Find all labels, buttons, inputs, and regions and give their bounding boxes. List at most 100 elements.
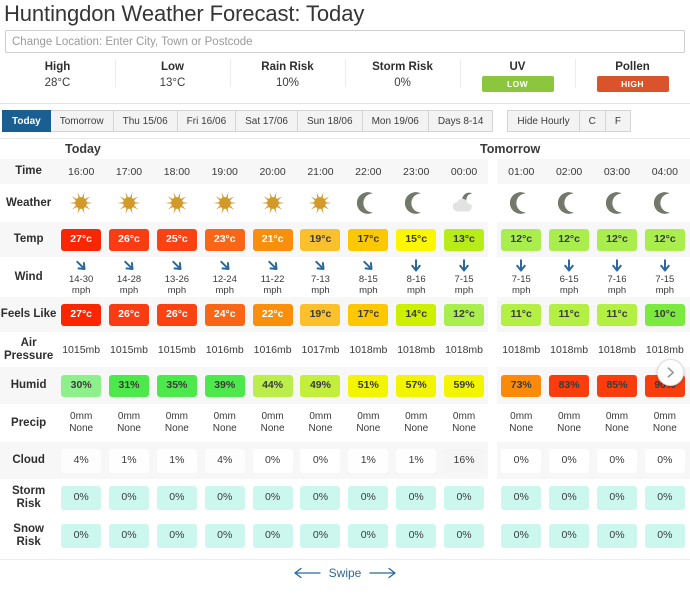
feels-like-cell: 26°c bbox=[105, 297, 153, 332]
snow-risk-value: 0% bbox=[549, 524, 590, 548]
snow-risk-cell: 0% bbox=[392, 517, 440, 555]
panel-separator bbox=[487, 479, 498, 517]
row-label-time: Time bbox=[0, 159, 58, 184]
summary-label: Rain Risk bbox=[261, 61, 314, 73]
panel-separator bbox=[487, 257, 498, 297]
panel-separator bbox=[487, 184, 498, 222]
wind-cell: 12-24 mph bbox=[201, 257, 249, 297]
pressure-value: 1018mb bbox=[445, 343, 484, 356]
wind-speed: 14-28 mph bbox=[116, 274, 142, 296]
weather-cell bbox=[440, 184, 488, 222]
storm-risk-value: 0% bbox=[444, 486, 485, 510]
wind-speed: 13-26 mph bbox=[164, 274, 190, 296]
sun-icon bbox=[117, 192, 141, 214]
temp-badge: 26°c bbox=[109, 228, 150, 251]
cloud-value: 1% bbox=[348, 448, 389, 473]
control-f[interactable]: F bbox=[605, 110, 631, 132]
forecast-tabbar: Today Tomorrow Thu 15/06 Fri 16/06 Sat 17/06… bbox=[0, 110, 690, 132]
temp-cell: 17°c bbox=[344, 222, 393, 257]
storm-risk-value: 0% bbox=[501, 486, 542, 510]
row-label-cloud: Cloud bbox=[0, 442, 58, 479]
pressure-value: 1015mb bbox=[157, 343, 196, 356]
time-value: 21:00 bbox=[307, 165, 334, 178]
temp-badge: 19°c bbox=[300, 228, 341, 251]
pressure-value: 1018mb bbox=[550, 343, 589, 356]
day-heading-today: Today bbox=[65, 142, 101, 156]
summary-cell-high: High 28°C bbox=[0, 60, 115, 91]
summary-badge: LOW bbox=[481, 76, 554, 92]
weather-cell bbox=[392, 184, 440, 222]
row-label-temp: Temp bbox=[0, 222, 58, 257]
next-page-button[interactable] bbox=[657, 359, 684, 386]
precip-value: 0mm None bbox=[557, 411, 582, 434]
tab-tomorrow[interactable]: Tomorrow bbox=[50, 110, 114, 132]
pressure-value: 1017mb bbox=[301, 343, 340, 356]
tab-sun-18-06[interactable]: Sun 18/06 bbox=[297, 110, 363, 132]
tab-mon-19-06[interactable]: Mon 19/06 bbox=[362, 110, 429, 132]
wind-arrow-sw-icon bbox=[267, 260, 278, 270]
time-cell: 03:00 bbox=[593, 159, 641, 184]
precip-value: 0mm None bbox=[69, 411, 94, 434]
humidity-badge: 73% bbox=[501, 374, 542, 397]
feels-like-cell: 24°c bbox=[200, 297, 249, 332]
wind-speed: 7-15 mph bbox=[454, 274, 474, 296]
moon-icon bbox=[357, 192, 374, 214]
arrow-left-icon bbox=[294, 567, 321, 578]
time-cell: 23:00 bbox=[392, 159, 441, 184]
precip-cell: 0mm None bbox=[201, 404, 249, 442]
storm-risk-cell: 0% bbox=[392, 479, 440, 517]
precip-value: 0mm None bbox=[404, 411, 429, 434]
wind-arrow-sw-icon bbox=[124, 260, 134, 270]
temp-badge: 12°c bbox=[596, 228, 637, 251]
moon-icon bbox=[653, 192, 670, 214]
feels-like-cell: 19°c bbox=[296, 297, 345, 332]
pressure-cell: 1018mb bbox=[497, 332, 545, 367]
time-value: 18:00 bbox=[163, 165, 191, 178]
wind-cell: 8-16 mph bbox=[392, 257, 440, 297]
wind-arrow-s-icon bbox=[459, 259, 469, 272]
storm-risk-value: 0% bbox=[109, 486, 150, 510]
wind-cell: 7-13 mph bbox=[297, 257, 345, 297]
location-search-input[interactable] bbox=[5, 30, 685, 53]
moon-icon bbox=[558, 192, 574, 214]
tab-sat-17-06[interactable]: Sat 17/06 bbox=[236, 110, 298, 132]
cloud-cell: 0% bbox=[593, 442, 641, 479]
weather-cell bbox=[249, 184, 297, 222]
control-hide-hourly[interactable]: Hide Hourly bbox=[507, 110, 580, 132]
feels-like-badge: 26°c bbox=[156, 303, 197, 326]
summary-value: 0% bbox=[394, 77, 411, 89]
time-value: 23:00 bbox=[403, 165, 430, 178]
humidity-badge: 85% bbox=[596, 374, 637, 397]
summary-label: Low bbox=[161, 61, 184, 73]
row-label-precip: Precip bbox=[11, 416, 47, 429]
feels-like-cell: 11°c bbox=[593, 297, 641, 332]
time-cell: 02:00 bbox=[545, 159, 594, 184]
humidity-badge: 39% bbox=[204, 374, 245, 397]
humidity-badge: 51% bbox=[348, 374, 389, 397]
tab-fri-16-06[interactable]: Fri 16/06 bbox=[177, 110, 237, 132]
cloud-value: 1% bbox=[156, 448, 197, 473]
weather-forecast-page: Huntingdon Weather Forecast: Today High 2… bbox=[0, 0, 690, 600]
wind-speed: 7-13 mph bbox=[310, 274, 330, 296]
weather-cell bbox=[344, 184, 392, 222]
humidity-cell: 59% bbox=[440, 367, 488, 404]
feels-like-badge: 11°c bbox=[596, 303, 637, 326]
pressure-cell: 1018mb bbox=[392, 332, 440, 367]
storm-risk-value: 0% bbox=[61, 486, 102, 510]
tab-thu-15-06[interactable]: Thu 15/06 bbox=[113, 110, 178, 132]
time-value: 01:00 bbox=[508, 165, 535, 178]
tab-days-8-14[interactable]: Days 8-14 bbox=[428, 110, 494, 132]
panel-separator bbox=[487, 442, 498, 479]
temp-cell: 26°c bbox=[105, 222, 153, 257]
temp-cell: 13°c bbox=[440, 222, 488, 257]
control-c[interactable]: C bbox=[579, 110, 606, 132]
wind-speed: 12-24 mph bbox=[212, 274, 237, 296]
panel-separator bbox=[487, 222, 498, 257]
temp-cell: 12°c bbox=[497, 222, 546, 257]
storm-risk-cell: 0% bbox=[545, 479, 593, 517]
pressure-cell: 1016mb bbox=[201, 332, 249, 367]
precip-cell: 0mm None bbox=[593, 404, 641, 442]
forecast-row-pressure: Air Pressure 1015mb 1015mb 1015mb 1016mb 1016… bbox=[0, 332, 690, 367]
tab-today[interactable]: Today bbox=[2, 110, 51, 132]
pressure-cell: 1017mb bbox=[297, 332, 345, 367]
